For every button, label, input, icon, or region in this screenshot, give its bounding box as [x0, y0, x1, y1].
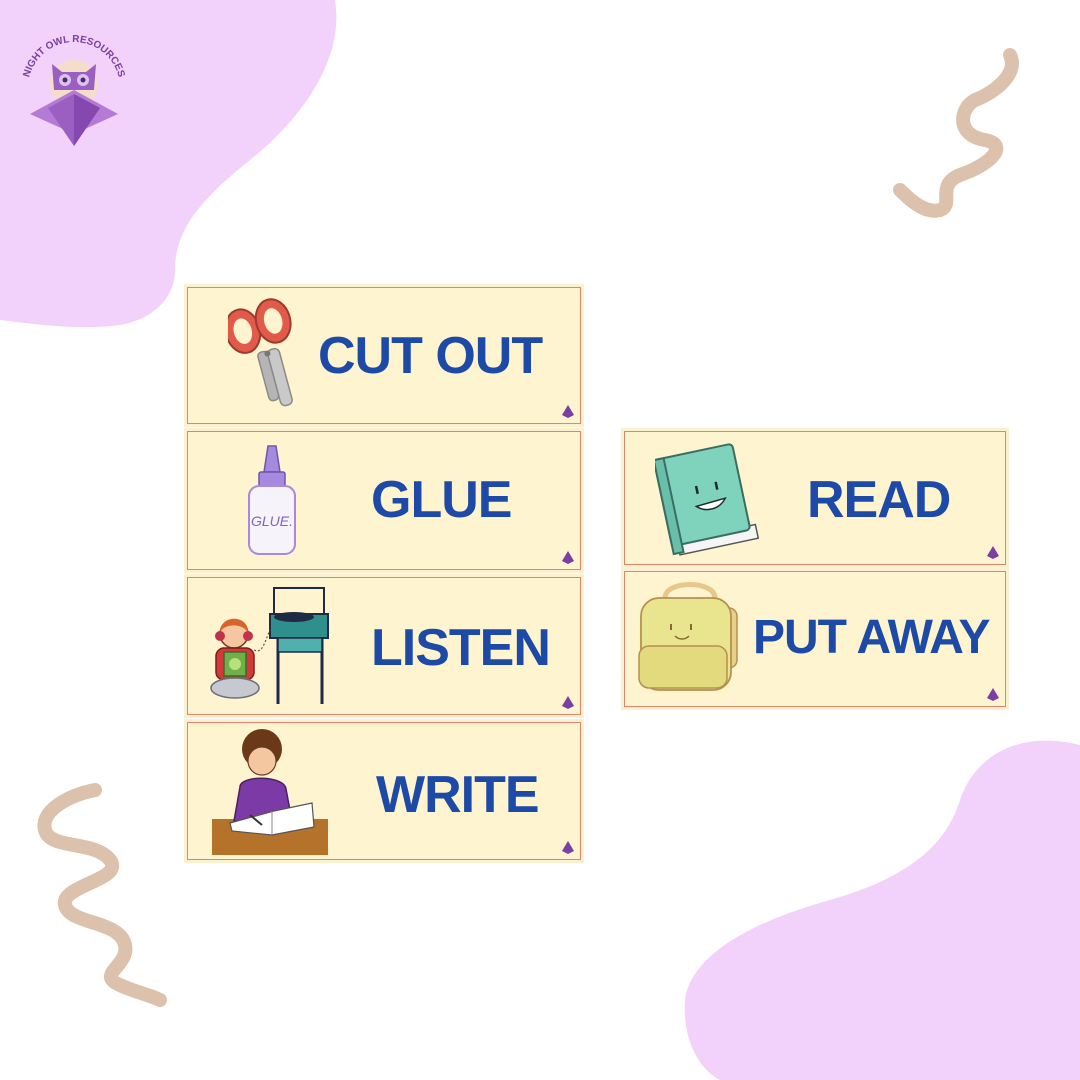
owl-mini-icon — [987, 688, 999, 701]
owl-mini-icon — [562, 841, 574, 854]
card-put-away: PUT AWAY — [621, 568, 1009, 710]
glue-bottle-icon: GLUE. — [248, 445, 296, 555]
owl-mini-icon — [562, 696, 574, 709]
card-glue: GLUE. GLUE — [184, 428, 584, 573]
svg-text:GLUE.: GLUE. — [251, 513, 293, 529]
child-writing-icon — [212, 729, 328, 855]
card-write: WRITE — [184, 719, 584, 863]
top-right-squiggle — [893, 48, 1019, 218]
card-label: WRITE — [376, 766, 540, 824]
child-record-player-icon — [210, 587, 329, 704]
bottom-right-blob — [684, 740, 1080, 1080]
card-label: GLUE — [371, 471, 512, 529]
bottom-left-squiggle — [37, 783, 167, 1007]
night-owl-logo: NIGHT OWL RESOURCES — [21, 34, 127, 146]
card-listen: LISTEN — [184, 574, 584, 718]
smiling-book-icon — [655, 443, 759, 556]
scissors-icon — [228, 298, 293, 407]
owl-mini-icon — [562, 405, 574, 418]
card-label: READ — [807, 471, 951, 529]
card-label: LISTEN — [371, 619, 551, 677]
owl-mini-icon — [562, 551, 574, 564]
card-label: PUT AWAY — [753, 611, 990, 664]
card-label: CUT OUT — [318, 327, 543, 385]
card-cut-out: CUT OUT — [184, 284, 584, 427]
owl-mini-icon — [987, 546, 999, 559]
card-read: READ — [621, 428, 1009, 568]
backpack-icon — [638, 582, 738, 691]
